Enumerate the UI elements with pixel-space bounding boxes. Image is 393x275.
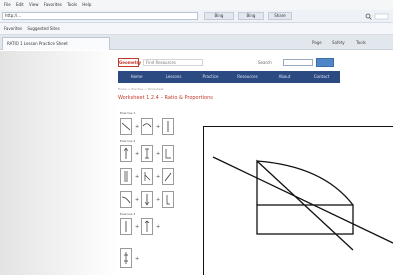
exercise-card[interactable] bbox=[120, 145, 132, 162]
exercise-card[interactable] bbox=[141, 118, 153, 135]
toolbar-button-bing-2[interactable]: Bing bbox=[238, 12, 264, 20]
plus-sign: + bbox=[135, 197, 140, 203]
search-go-button[interactable] bbox=[316, 58, 334, 67]
section-label: Exercise 2 bbox=[120, 139, 136, 143]
exercise-card[interactable] bbox=[120, 218, 132, 235]
search-icon[interactable] bbox=[364, 13, 390, 20]
nav-practice[interactable]: Practice bbox=[192, 71, 229, 83]
exercise-card[interactable] bbox=[162, 168, 174, 185]
plus-sign: + bbox=[156, 224, 161, 230]
exercise-card[interactable] bbox=[141, 168, 153, 185]
exercise-card[interactable] bbox=[141, 218, 153, 235]
exercise-card[interactable] bbox=[120, 168, 132, 185]
plus-sign: + bbox=[156, 151, 161, 157]
menu-tools[interactable]: Tools bbox=[67, 0, 77, 10]
plus-sign: + bbox=[156, 197, 161, 203]
search-box[interactable] bbox=[283, 59, 313, 66]
browser-tab[interactable]: RATIO 1 Lesson Practice Sheet bbox=[2, 37, 110, 50]
plus-sign: + bbox=[135, 151, 140, 157]
exercise-card[interactable] bbox=[141, 145, 153, 162]
geometry-diagram bbox=[203, 126, 393, 275]
site-logo[interactable]: Geometry bbox=[118, 58, 141, 67]
diagram-rectangle bbox=[256, 204, 354, 235]
favorites-bar: Favorites Suggested Sites bbox=[0, 23, 393, 35]
page-title: Worksheet 1.2.4 – Ratio & Proportions bbox=[118, 95, 213, 101]
toolbar-button-share[interactable]: Share bbox=[268, 12, 292, 20]
nav-contact[interactable]: Contact bbox=[303, 71, 340, 83]
tab-tool-safety[interactable]: Safety bbox=[332, 37, 345, 48]
plus-sign: + bbox=[156, 124, 161, 130]
menu-help[interactable]: Help bbox=[82, 0, 91, 10]
menu-file[interactable]: File bbox=[4, 0, 11, 10]
exercise-card[interactable] bbox=[162, 191, 174, 208]
tab-tool-tools[interactable]: Tools bbox=[356, 37, 366, 48]
plus-sign: + bbox=[135, 174, 140, 180]
exercise-card[interactable] bbox=[141, 191, 153, 208]
diagram-arc bbox=[256, 160, 354, 206]
nav-resources[interactable]: Resources bbox=[229, 71, 266, 83]
search-label: Search bbox=[258, 60, 272, 65]
plus-sign: + bbox=[135, 224, 140, 230]
page-gutter bbox=[0, 51, 118, 275]
exercise-card[interactable] bbox=[120, 118, 132, 135]
exercise-card[interactable] bbox=[120, 248, 132, 268]
section-label: Exercise 1 bbox=[120, 111, 136, 115]
plus-sign: + bbox=[135, 124, 140, 130]
tab-tool-page[interactable]: Page bbox=[312, 37, 322, 48]
favorites-item[interactable]: Suggested Sites bbox=[27, 23, 59, 35]
section-label bbox=[120, 240, 150, 245]
plus-sign: + bbox=[156, 174, 161, 180]
nav-about[interactable]: About bbox=[266, 71, 303, 83]
menu-view[interactable]: View bbox=[29, 0, 39, 10]
favorites-label[interactable]: Favorites bbox=[4, 23, 22, 35]
menu-bar: File Edit View Favorites Tools Help bbox=[0, 0, 393, 10]
address-input[interactable]: http://... bbox=[2, 12, 198, 20]
breadcrumb: Home > Practice > Worksheet bbox=[118, 87, 164, 91]
exercise-card[interactable] bbox=[162, 145, 174, 162]
plus-sign: + bbox=[135, 256, 140, 262]
toolbar-button-bing[interactable]: Bing bbox=[204, 12, 234, 20]
exercise-card[interactable] bbox=[120, 191, 132, 208]
nav-home[interactable]: Home bbox=[118, 71, 155, 83]
site-search-input[interactable]: Find Resources bbox=[143, 59, 203, 66]
menu-edit[interactable]: Edit bbox=[16, 0, 24, 10]
menu-favorites[interactable]: Favorites bbox=[44, 0, 62, 10]
section-label: Exercise 3 bbox=[120, 212, 136, 216]
nav-lessons[interactable]: Lessons bbox=[155, 71, 192, 83]
exercise-card[interactable] bbox=[162, 118, 174, 135]
